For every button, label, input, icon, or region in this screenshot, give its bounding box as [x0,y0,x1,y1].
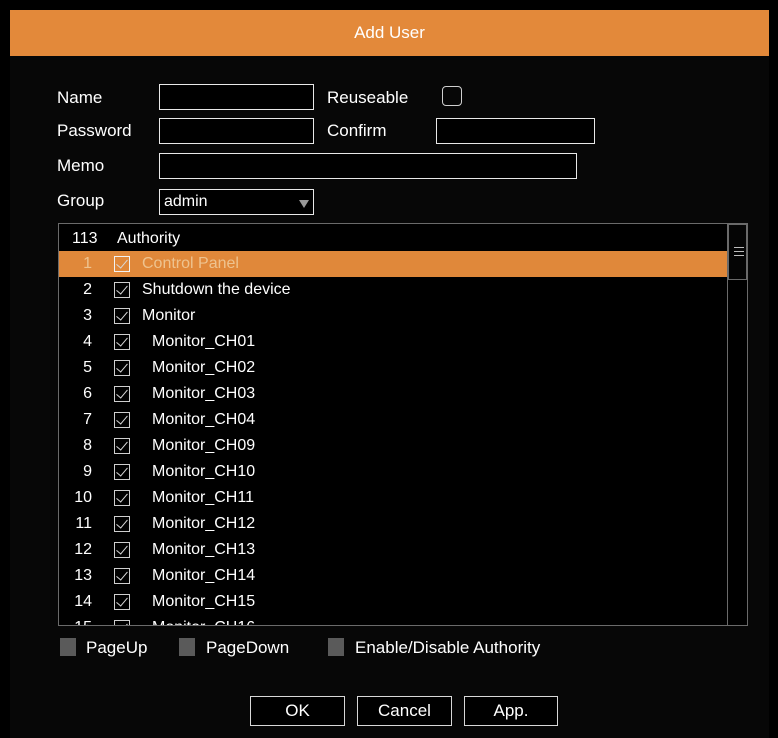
authority-column-header: Authority [117,230,181,247]
authority-row-label: Monitor_CH15 [152,593,256,610]
authority-row[interactable]: 12 Monitor_CH13 [59,537,727,563]
group-select[interactable]: admin [159,189,314,215]
authority-row-label: Monitor_CH09 [152,437,256,454]
toggle-authority-label[interactable]: Enable/Disable Authority [355,637,540,659]
authority-row[interactable]: 5 Monitor_CH02 [59,355,727,381]
apply-button[interactable]: App. [464,696,558,726]
ok-button[interactable]: OK [250,696,345,726]
authority-row-number: 3 [83,307,92,324]
authority-row-number: 10 [74,489,92,506]
authority-row[interactable]: 1 Control Panel [59,251,727,277]
reuseable-checkbox[interactable] [442,86,462,106]
authority-row-label: Monitor_CH04 [152,411,256,428]
memo-field[interactable] [159,153,577,179]
authority-row-number: 15 [62,615,92,625]
authority-row[interactable]: 3 Monitor [59,303,727,329]
authority-row-checkbox[interactable] [114,464,130,480]
authority-row-checkbox[interactable] [114,542,130,558]
authority-row-label: Control Panel [142,255,239,272]
authority-row-label: Monitor_CH16 [152,615,255,625]
authority-row[interactable]: 15 Monitor_CH16 [59,615,727,625]
authority-row-checkbox[interactable] [114,360,130,376]
authority-count: 113 [72,230,98,247]
authority-row-label: Monitor_CH12 [152,515,256,532]
authority-scrollbar[interactable] [727,224,747,625]
name-field[interactable] [159,84,314,110]
toggle-authority-icon[interactable] [328,638,344,656]
authority-row-number: 4 [83,333,92,350]
confirm-label: Confirm [327,121,387,140]
dialog-title: Add User [10,10,769,56]
authority-row-checkbox[interactable] [114,620,130,625]
authority-list-header: 113 Authority [59,227,727,251]
password-field[interactable] [159,118,314,144]
authority-row-label: Monitor [142,307,196,324]
authority-row[interactable]: 13 Monitor_CH14 [59,563,727,589]
authority-row-number: 5 [83,359,92,376]
group-select-value: admin [164,193,208,210]
authority-row-label: Monitor_CH11 [152,489,254,506]
authority-row-number: 9 [83,463,92,480]
page-up-label[interactable]: PageUp [86,637,147,659]
authority-row-label: Monitor_CH13 [152,541,256,558]
password-label: Password [57,121,132,140]
authority-row[interactable]: 7 Monitor_CH04 [59,407,727,433]
authority-row[interactable]: 2 Shutdown the device [59,277,727,303]
authority-row-checkbox[interactable] [114,438,130,454]
authority-row-checkbox[interactable] [114,256,130,272]
authority-row[interactable]: 10 Monitor_CH11 [59,485,727,511]
authority-row-number: 1 [83,255,92,272]
authority-row-checkbox[interactable] [114,594,130,610]
authority-row-checkbox[interactable] [114,386,130,402]
group-label: Group [57,191,105,210]
authority-row-number: 7 [83,411,92,428]
authority-row-number: 8 [83,437,92,454]
authority-row-label: Monitor_CH02 [152,359,256,376]
chevron-down-icon[interactable] [299,200,309,208]
authority-row-label: Monitor_CH14 [152,567,256,584]
reuseable-label: Reuseable [327,88,409,107]
authority-row-checkbox[interactable] [114,334,130,350]
authority-row-checkbox[interactable] [114,490,130,506]
scrollbar-thumb[interactable] [728,224,747,280]
authority-row-checkbox[interactable] [114,412,130,428]
authority-row-checkbox[interactable] [114,516,130,532]
authority-row[interactable]: 11 Monitor_CH12 [59,511,727,537]
authority-row-number: 14 [74,593,92,610]
authority-row-number: 2 [83,281,92,298]
authority-row-number: 6 [83,385,92,402]
authority-row-label: Monitor_CH01 [152,333,256,350]
confirm-field[interactable] [436,118,595,144]
authority-row-checkbox[interactable] [114,308,130,324]
page-up-icon[interactable] [60,638,76,656]
cancel-button[interactable]: Cancel [357,696,452,726]
authority-row[interactable]: 14 Monitor_CH15 [59,589,727,615]
add-user-dialog: Add User Name Reuseable Password Confirm… [10,10,769,738]
authority-row[interactable]: 4 Monitor_CH01 [59,329,727,355]
authority-row-label: Shutdown the device [142,281,291,298]
authority-row-number: 13 [74,567,92,584]
authority-row-number: 11 [75,515,92,532]
authority-row[interactable]: 9 Monitor_CH10 [59,459,727,485]
authority-row-label: Monitor_CH03 [152,385,256,402]
authority-row-checkbox[interactable] [114,568,130,584]
memo-label: Memo [57,156,105,175]
authority-row-label: Monitor_CH10 [152,463,256,480]
name-label: Name [57,88,103,107]
page-down-label[interactable]: PageDown [206,637,289,659]
authority-row[interactable]: 8 Monitor_CH09 [59,433,727,459]
authority-row-number: 12 [74,541,92,558]
authority-row[interactable]: 6 Monitor_CH03 [59,381,727,407]
authority-list[interactable]: 113 Authority 1 Control Panel 2 Shutdown th… [58,223,748,626]
page-down-icon[interactable] [179,638,195,656]
authority-row-checkbox[interactable] [114,282,130,298]
